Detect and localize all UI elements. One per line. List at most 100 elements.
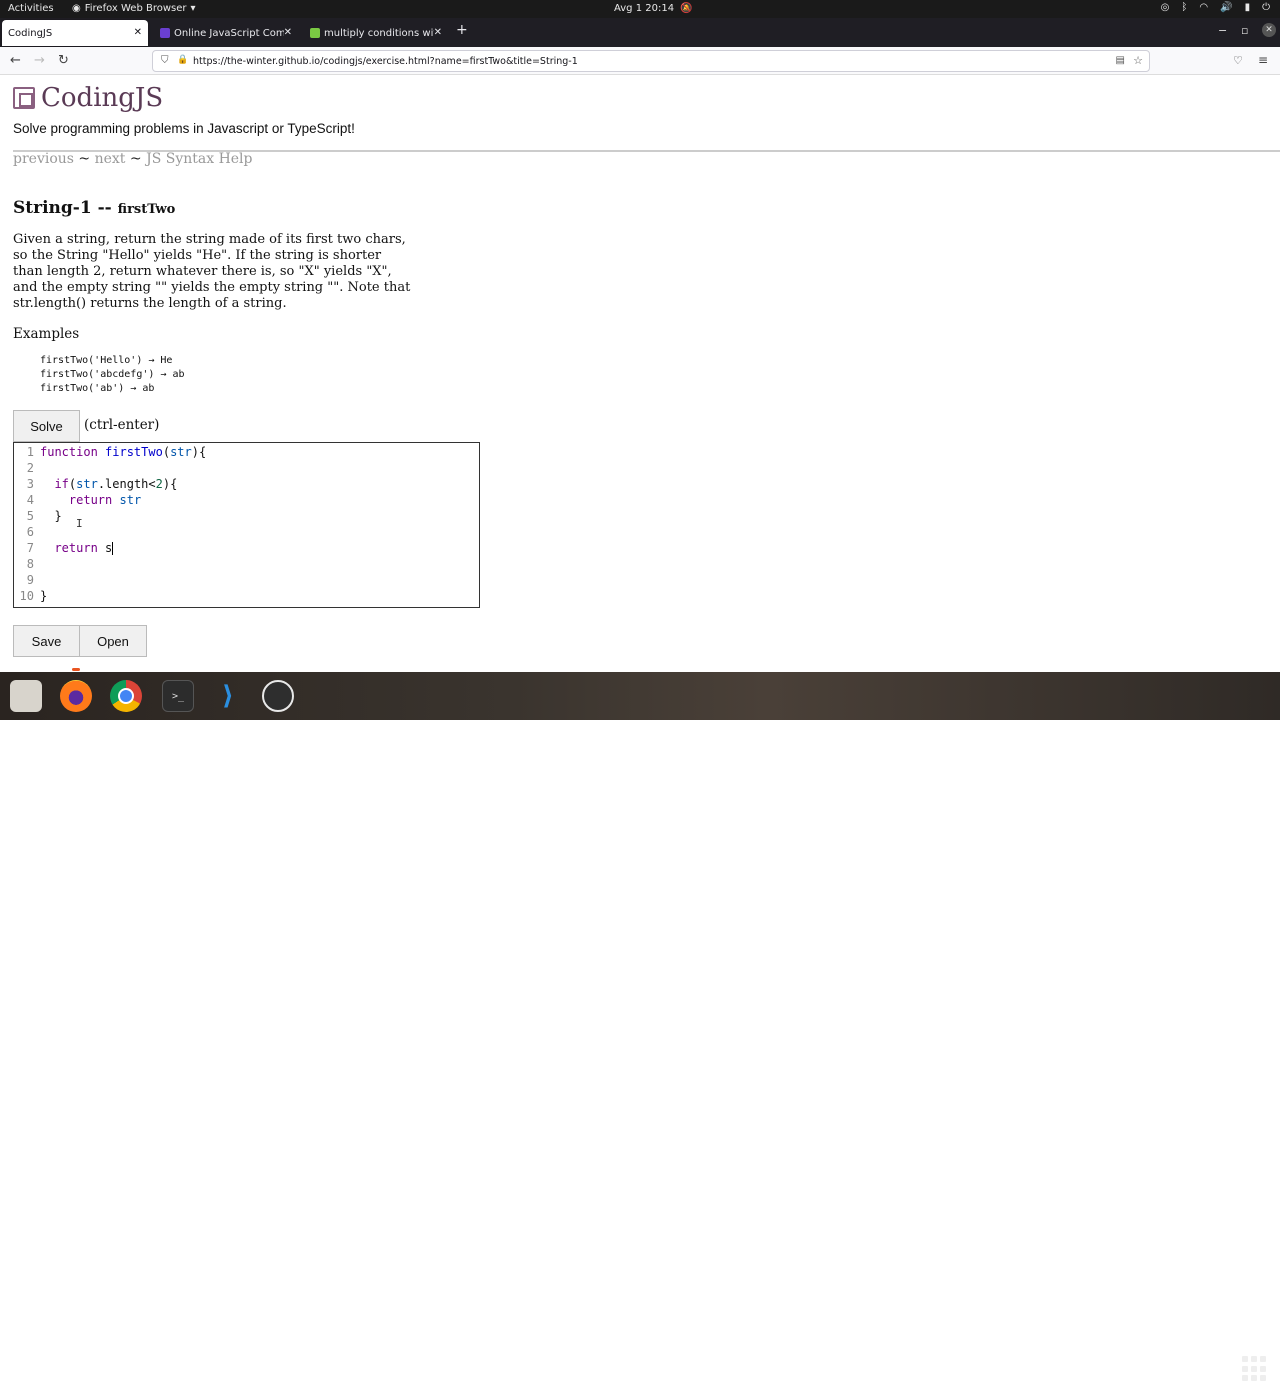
new-tab-icon[interactable]: +	[456, 22, 468, 38]
site-header: CodingJS	[13, 83, 163, 113]
tracking-shield-icon[interactable]: ⛉	[161, 55, 169, 66]
tab-multiply-conditions[interactable]: multiply conditions with ✕	[304, 20, 448, 46]
files-app-icon[interactable]	[10, 680, 42, 712]
next-link[interactable]: next	[95, 151, 126, 167]
url-bar[interactable]: ⛉ 🔒 https://the-winter.github.io/codingj…	[152, 50, 1150, 72]
url-text[interactable]: https://the-winter.github.io/codingjs/ex…	[193, 56, 578, 67]
editor-line[interactable]: 10 }	[14, 589, 479, 605]
js-syntax-help-link[interactable]: JS Syntax Help	[146, 151, 252, 167]
battery-icon: ▮	[1244, 2, 1251, 13]
example-item: firstTwo('Hello') → He	[40, 355, 173, 366]
editor-line[interactable]: 6	[14, 525, 479, 541]
bookmark-star-icon[interactable]: ☆	[1133, 54, 1143, 67]
line-number: 1	[26, 445, 34, 459]
exercise-name: firstTwo	[117, 202, 176, 217]
code-text[interactable]: function firstTwo(str){	[40, 445, 206, 459]
hamburger-menu-icon[interactable]: ≡	[1258, 53, 1268, 67]
bluetooth-icon: ᛒ	[1181, 2, 1188, 13]
exercise-nav: previous ~ next ~ JS Syntax Help	[13, 151, 253, 167]
examples-heading: Examples	[13, 326, 80, 342]
line-number: 7	[26, 541, 34, 555]
system-top-bar: Activities ◉ Firefox Web Browser ▾ Avg 1…	[0, 0, 1280, 18]
mouse-ibeam-icon: I	[76, 517, 83, 530]
obs-tray-icon: ◎	[1160, 2, 1170, 13]
site-tagline: Solve programming problems in Javascript…	[13, 121, 355, 136]
system-tray[interactable]: ◎ ᛒ ◠ 🔊 ▮ ⏻	[1161, 2, 1270, 13]
code-text[interactable]: if(str.length<2){	[40, 477, 177, 491]
editor-line[interactable]: 4 return str	[14, 493, 479, 509]
notifications-muted-icon: 🔕	[680, 3, 693, 14]
reload-icon[interactable]: ↻	[58, 53, 69, 68]
clock-text: Avg 1 20:14	[614, 3, 675, 14]
tab-label: Online JavaScript Compil	[174, 27, 284, 39]
save-button[interactable]: Save	[13, 625, 80, 657]
chevron-down-icon: ▾	[190, 3, 196, 14]
clock[interactable]: Avg 1 20:14 🔕	[614, 3, 693, 14]
firefox-app-icon[interactable]	[60, 680, 92, 712]
close-tab-icon[interactable]: ✕	[434, 27, 442, 38]
line-number: 2	[26, 461, 34, 475]
obs-app-icon[interactable]	[262, 680, 294, 712]
tab-online-compiler[interactable]: Online JavaScript Compil ✕	[154, 20, 298, 46]
wifi-icon: ◠	[1199, 2, 1209, 13]
line-number: 8	[26, 557, 34, 571]
dock: >_ ⟩	[0, 672, 1280, 1382]
web-page: CodingJS Solve programming problems in J…	[0, 75, 1280, 672]
example-item: firstTwo('abcdefg') → ab	[40, 369, 185, 380]
line-number: 10	[19, 589, 34, 603]
compiler-favicon-icon	[160, 28, 170, 38]
nav-separator: ~	[129, 151, 142, 167]
site-logo-text[interactable]: CodingJS	[41, 83, 163, 113]
examples-list: firstTwo('Hello') → He firstTwo('abcdefg…	[40, 354, 185, 396]
firefox-icon: ◉	[72, 3, 81, 14]
lock-icon[interactable]: 🔒	[177, 55, 188, 65]
tab-label: multiply conditions with	[324, 27, 434, 39]
close-window-icon[interactable]: ✕	[1262, 23, 1276, 37]
terminal-app-icon[interactable]: >_	[162, 680, 194, 712]
line-number: 5	[26, 509, 34, 523]
tab-codingjs[interactable]: CodingJS ✕	[2, 20, 148, 46]
minimize-icon[interactable]: −	[1218, 24, 1227, 37]
logo-icon	[13, 87, 35, 109]
vscode-app-icon[interactable]: ⟩	[212, 680, 244, 712]
close-tab-icon[interactable]: ✕	[284, 27, 292, 38]
line-number: 9	[26, 573, 34, 587]
show-applications-icon[interactable]	[1242, 1356, 1268, 1382]
close-tab-icon[interactable]: ✕	[134, 27, 142, 38]
text-cursor	[112, 542, 114, 555]
navigation-bar: ← → ↻ ⛉ 🔒 https://the-winter.github.io/c…	[0, 47, 1280, 75]
editor-line[interactable]: 7 return s	[14, 541, 479, 557]
code-text[interactable]: return s	[40, 541, 114, 555]
editor-line[interactable]: 9	[14, 573, 479, 589]
line-number: 3	[26, 477, 34, 491]
line-number: 4	[26, 493, 34, 507]
app-menu[interactable]: ◉ Firefox Web Browser ▾	[72, 3, 196, 14]
active-app-indicator	[72, 668, 80, 671]
reader-view-icon[interactable]: ▤	[1116, 55, 1125, 66]
back-icon[interactable]: ←	[10, 53, 21, 68]
code-editor[interactable]: 1 function firstTwo(str){ 2 3 if(str.len…	[13, 442, 480, 608]
code-text[interactable]: }	[40, 589, 47, 603]
editor-line[interactable]: 3 if(str.length<2){	[14, 477, 479, 493]
exercise-description: Given a string, return the string made o…	[13, 232, 411, 311]
power-menu-icon: ⏻	[1262, 2, 1270, 13]
pocket-icon[interactable]: ♡	[1233, 54, 1243, 67]
editor-line[interactable]: 1 function firstTwo(str){	[14, 445, 479, 461]
previous-link[interactable]: previous	[13, 151, 74, 167]
maximize-icon[interactable]: ▫	[1241, 24, 1248, 37]
app-menu-label: Firefox Web Browser	[84, 3, 187, 14]
tab-strip: CodingJS ✕ Online JavaScript Compil ✕ mu…	[0, 18, 1280, 47]
code-text[interactable]: return str	[40, 493, 141, 507]
code-text[interactable]: }	[40, 509, 61, 523]
exercise-title: String-1 -- firstTwo	[13, 198, 175, 218]
codepen-favicon-icon	[310, 28, 320, 38]
exercise-category: String-1 --	[13, 198, 118, 218]
activities-button[interactable]: Activities	[8, 3, 54, 14]
solve-button[interactable]: Solve	[13, 410, 80, 442]
editor-line[interactable]: 8	[14, 557, 479, 573]
chrome-app-icon[interactable]	[110, 680, 142, 712]
forward-icon[interactable]: →	[34, 53, 45, 68]
editor-line[interactable]: 2	[14, 461, 479, 477]
editor-line[interactable]: 5 }	[14, 509, 479, 525]
open-button[interactable]: Open	[79, 625, 147, 657]
